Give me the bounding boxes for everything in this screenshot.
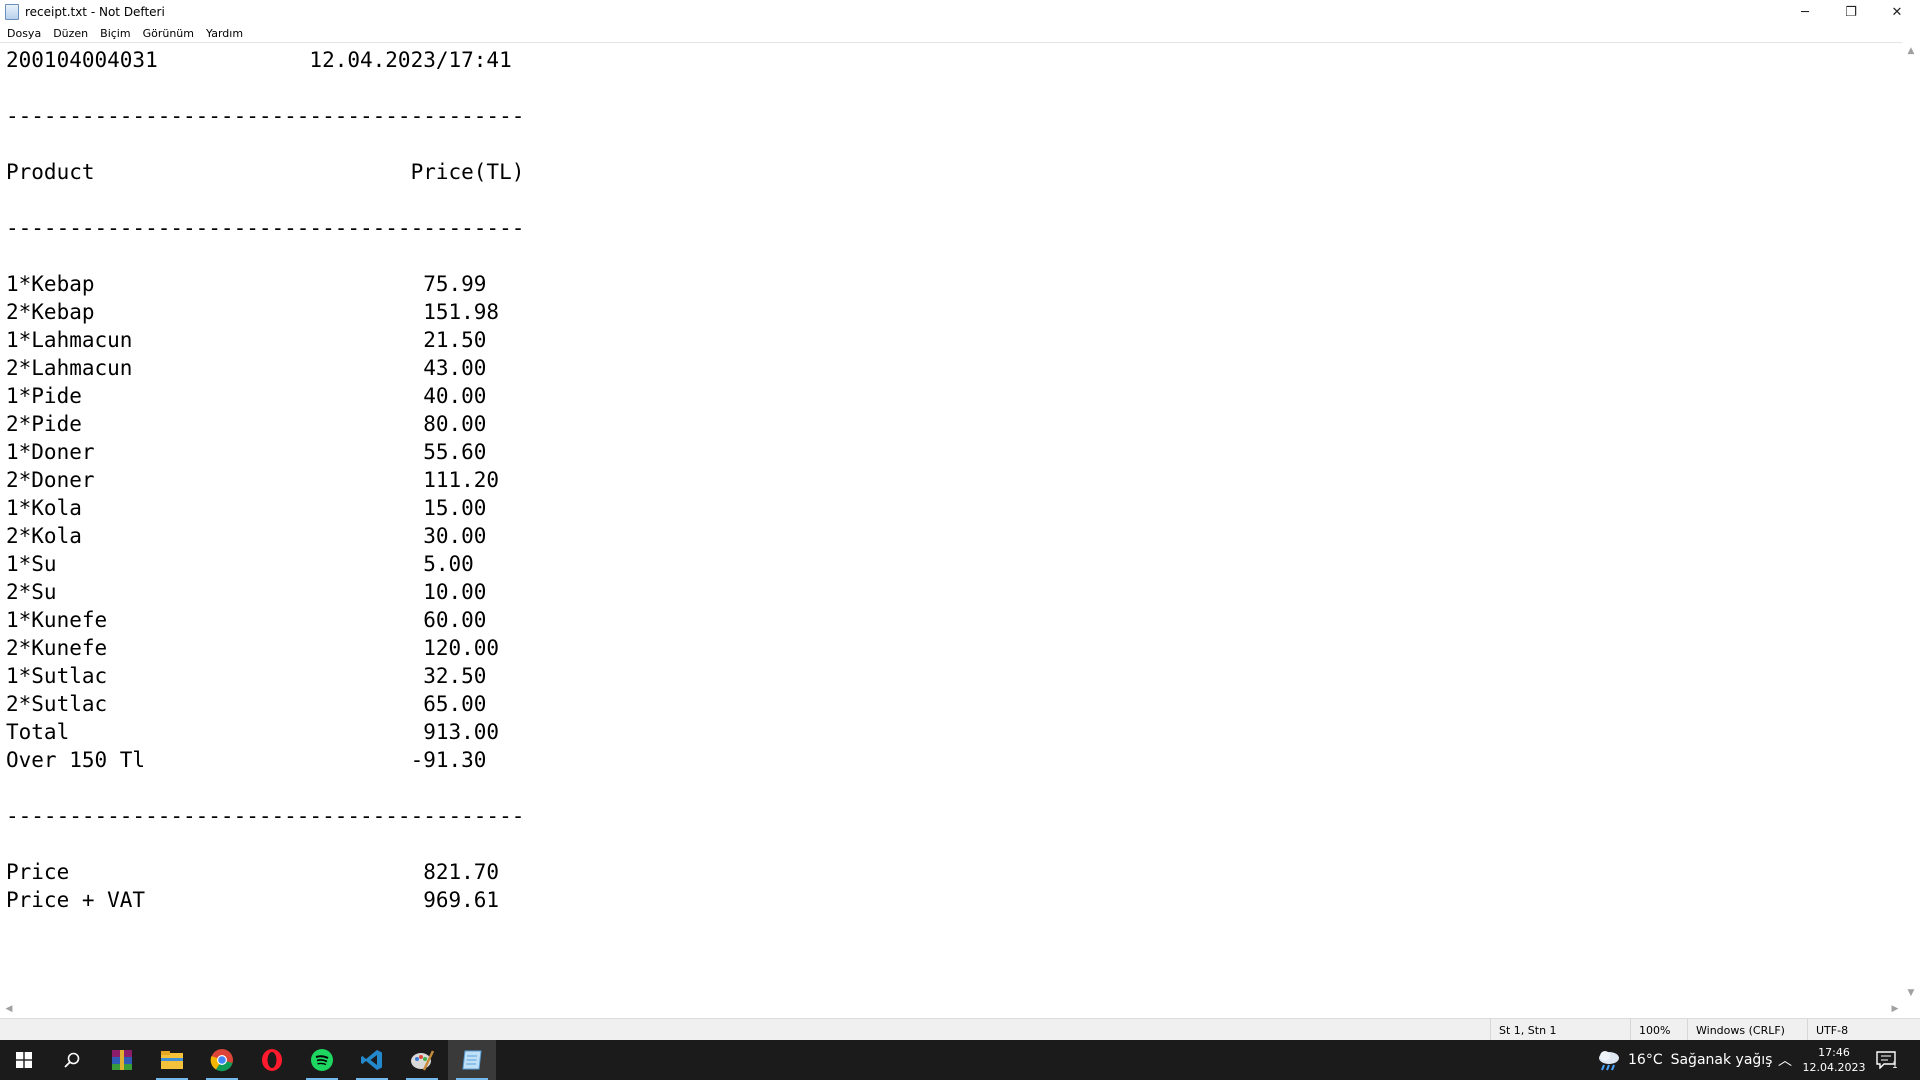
- document-line: 1*Kola 15.00: [6, 496, 487, 520]
- document-line: ----------------------------------------…: [6, 216, 525, 240]
- zoom-level-text: 100%: [1639, 1023, 1671, 1037]
- document-line: 1*Sutlac 32.50: [6, 664, 487, 688]
- notepad-app-icon: [5, 4, 19, 20]
- document-line: 2*Sutlac 65.00: [6, 692, 487, 716]
- vertical-scrollbar[interactable]: ▲ ▼: [1902, 42, 1920, 1002]
- text-editor[interactable]: 200104004031 12.04.2023/17:41 -----------…: [0, 42, 1902, 1002]
- document-line: 2*Kunefe 120.00: [6, 636, 500, 660]
- document-line: [6, 74, 524, 102]
- document-line: 1*Doner 55.60: [6, 440, 487, 464]
- document-line: 1*Su 5.00: [6, 552, 474, 576]
- document-line: Product Price(TL): [6, 160, 525, 184]
- taskbar-app-vscode[interactable]: [348, 1040, 396, 1080]
- cursor-position: St 1, Stn 1: [1490, 1019, 1630, 1041]
- menu-file[interactable]: Dosya: [1, 27, 47, 40]
- winrar-icon: [112, 1050, 132, 1070]
- close-icon: ✕: [1891, 4, 1903, 20]
- notification-count-badge: 1: [1892, 1061, 1898, 1071]
- taskbar-app-opera[interactable]: [248, 1040, 296, 1080]
- tray-overflow-button[interactable]: ︿: [1778, 1040, 1792, 1080]
- document-line: 2*Lahmacun 43.00: [6, 356, 487, 380]
- close-button[interactable]: ✕: [1874, 0, 1920, 24]
- taskbar-app-spotify[interactable]: [298, 1040, 346, 1080]
- window-title: receipt.txt - Not Defteri: [25, 5, 165, 19]
- scroll-down-icon[interactable]: ▼: [1902, 986, 1920, 1000]
- maximize-button[interactable]: ❐: [1828, 0, 1874, 24]
- scroll-right-icon[interactable]: ▶: [1888, 1002, 1902, 1016]
- vscode-icon: [361, 1050, 382, 1070]
- weather-widget[interactable]: 16°C Sağanak yağış: [1596, 1040, 1772, 1080]
- document-line: [6, 830, 524, 858]
- document-line: 2*Kebap 151.98: [6, 300, 500, 324]
- weather-text: Sağanak yağış: [1670, 1052, 1773, 1068]
- taskbar-app-file-explorer[interactable]: [148, 1040, 196, 1080]
- taskbar: 16°C Sağanak yağış ︿ 17:46 12.04.2023 1: [0, 1040, 1920, 1080]
- document-line: Price 821.70: [6, 860, 500, 884]
- taskbar-app-drawing[interactable]: [398, 1040, 446, 1080]
- document-line: 2*Su 10.00: [6, 580, 487, 604]
- minimize-button[interactable]: ─: [1782, 0, 1828, 24]
- document-line: Total 913.00: [6, 720, 500, 744]
- document-line: 200104004031 12.04.2023/17:41: [6, 48, 512, 72]
- taskbar-app-winrar[interactable]: [98, 1040, 146, 1080]
- menu-help[interactable]: Yardım: [200, 27, 249, 40]
- line-ending-text: Windows (CRLF): [1696, 1023, 1785, 1037]
- document-line: 1*Lahmacun 21.50: [6, 328, 487, 352]
- rain-cloud-icon: [1599, 1051, 1619, 1071]
- weather-temp: 16°C: [1628, 1052, 1663, 1068]
- search-button[interactable]: [48, 1040, 96, 1080]
- document-line: 2*Kola 30.00: [6, 524, 487, 548]
- clock-time: 17:46: [1818, 1046, 1850, 1059]
- chevron-up-icon: ︿: [1778, 1053, 1792, 1069]
- encoding-text: UTF-8: [1816, 1023, 1849, 1037]
- clock-date: 12.04.2023: [1802, 1061, 1866, 1074]
- document-line: 1*Kebap 75.99: [6, 272, 487, 296]
- status-bar: St 1, Stn 1 100% Windows (CRLF) UTF-8: [0, 1018, 1920, 1041]
- file-explorer-icon: [161, 1051, 183, 1069]
- document-line: [6, 130, 524, 158]
- document-line: [6, 186, 524, 214]
- horizontal-scrollbar[interactable]: ◀ ▶: [0, 1002, 1920, 1016]
- restore-icon: ❐: [1845, 4, 1857, 20]
- document-line: ----------------------------------------…: [6, 104, 525, 128]
- menu-bar: Dosya Düzen Biçim Görünüm Yardım: [0, 24, 1920, 42]
- spotify-icon: [311, 1049, 333, 1071]
- minimize-icon: ─: [1801, 4, 1809, 20]
- menu-view[interactable]: Görünüm: [137, 27, 200, 40]
- taskbar-app-notepad[interactable]: [448, 1040, 496, 1080]
- document-line: Price + VAT 969.61: [6, 888, 500, 912]
- scroll-left-icon[interactable]: ◀: [2, 1002, 16, 1016]
- line-ending: Windows (CRLF): [1687, 1019, 1807, 1041]
- document-text[interactable]: 200104004031 12.04.2023/17:41 -----------…: [6, 46, 524, 914]
- opera-icon: [262, 1049, 282, 1071]
- notepad-icon: [462, 1050, 482, 1070]
- menu-format[interactable]: Biçim: [94, 27, 136, 40]
- drawing-app-icon: [411, 1050, 434, 1071]
- chrome-icon: [210, 1049, 233, 1072]
- document-line: [6, 774, 524, 802]
- taskbar-app-chrome[interactable]: [198, 1040, 246, 1080]
- encoding: UTF-8: [1807, 1019, 1920, 1041]
- clock[interactable]: 17:46 12.04.2023: [1800, 1040, 1868, 1080]
- start-button[interactable]: [0, 1040, 48, 1080]
- document-line: [6, 242, 524, 270]
- window-controls: ─ ❐ ✕: [1782, 0, 1920, 24]
- document-line: Over 150 Tl -91.30: [6, 748, 487, 772]
- notification-center-button[interactable]: 1: [1876, 1040, 1898, 1080]
- menu-edit[interactable]: Düzen: [47, 27, 94, 40]
- document-line: 1*Kunefe 60.00: [6, 608, 487, 632]
- title-bar: receipt.txt - Not Defteri ─ ❐ ✕: [0, 0, 1920, 24]
- document-line: 1*Pide 40.00: [6, 384, 487, 408]
- zoom-level: 100%: [1630, 1019, 1687, 1041]
- document-line: 2*Doner 111.20: [6, 468, 500, 492]
- windows-icon: [16, 1052, 32, 1068]
- scroll-up-icon[interactable]: ▲: [1902, 44, 1920, 58]
- cursor-position-text: St 1, Stn 1: [1499, 1023, 1557, 1037]
- document-line: 2*Pide 80.00: [6, 412, 487, 436]
- search-icon: [64, 1052, 80, 1068]
- document-line: ----------------------------------------…: [6, 804, 525, 828]
